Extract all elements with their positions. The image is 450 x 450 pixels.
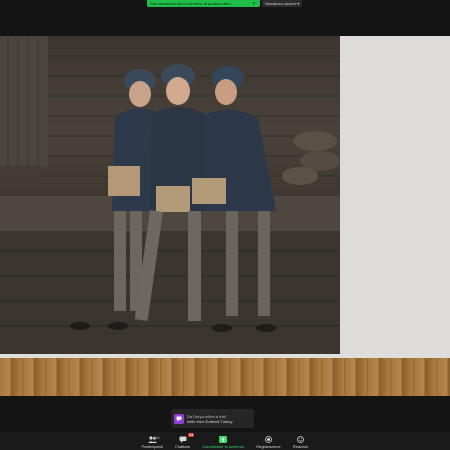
participants-count: 144: [153, 436, 160, 440]
chat-button[interactable]: 64 Chattare: [174, 432, 195, 450]
chat-notification[interactable]: Da Derya a/ken a tutti hello from Edremi…: [171, 409, 254, 428]
reactions-button[interactable]: Reazioni: [292, 432, 309, 450]
chat-bubble-icon: [174, 413, 184, 424]
shared-screen-area: [0, 36, 450, 396]
chat-notification-text: Da Derya a/ken a tutti hello from Edremi…: [187, 414, 233, 424]
close-icon[interactable]: ×: [251, 1, 257, 7]
shared-photo: [0, 36, 340, 354]
participants-button[interactable]: 144 Partecipanti: [142, 432, 163, 450]
record-icon: [265, 436, 272, 443]
photo-illustration: [0, 36, 340, 354]
chevron-down-icon: ▾: [297, 1, 300, 6]
view-options-label: Visualizza opzioni: [264, 1, 297, 6]
shared-slide-background: [340, 36, 450, 354]
chat-icon: [179, 436, 187, 443]
chat-unread-badge: 64: [188, 433, 195, 437]
share-screen-button[interactable]: Condividere lo schermo: [202, 432, 244, 450]
participants-label: Partecipanti: [141, 444, 163, 449]
share-screen-label: Condividere lo schermo: [202, 444, 245, 449]
record-button[interactable]: Registrazione: [256, 432, 281, 450]
wooden-floor-background: [0, 358, 450, 396]
record-label: Registrazione: [256, 444, 281, 449]
chat-label: Chattare: [174, 444, 191, 449]
sharing-status-text: Stai visualizzando lo schermo di qualcun…: [150, 1, 231, 6]
view-options-button[interactable]: Visualizza opzioni ▾: [262, 0, 302, 7]
reactions-icon: [297, 436, 304, 443]
reactions-label: Reazioni: [292, 444, 309, 449]
share-screen-icon: [219, 436, 228, 443]
screen-share-banner: Stai visualizzando lo schermo di qualcun…: [147, 0, 260, 7]
meeting-toolbar: 144 Partecipanti 64 Chattare Condividere…: [0, 432, 450, 450]
chat-message: hello from Edremit Turkey: [187, 418, 233, 424]
